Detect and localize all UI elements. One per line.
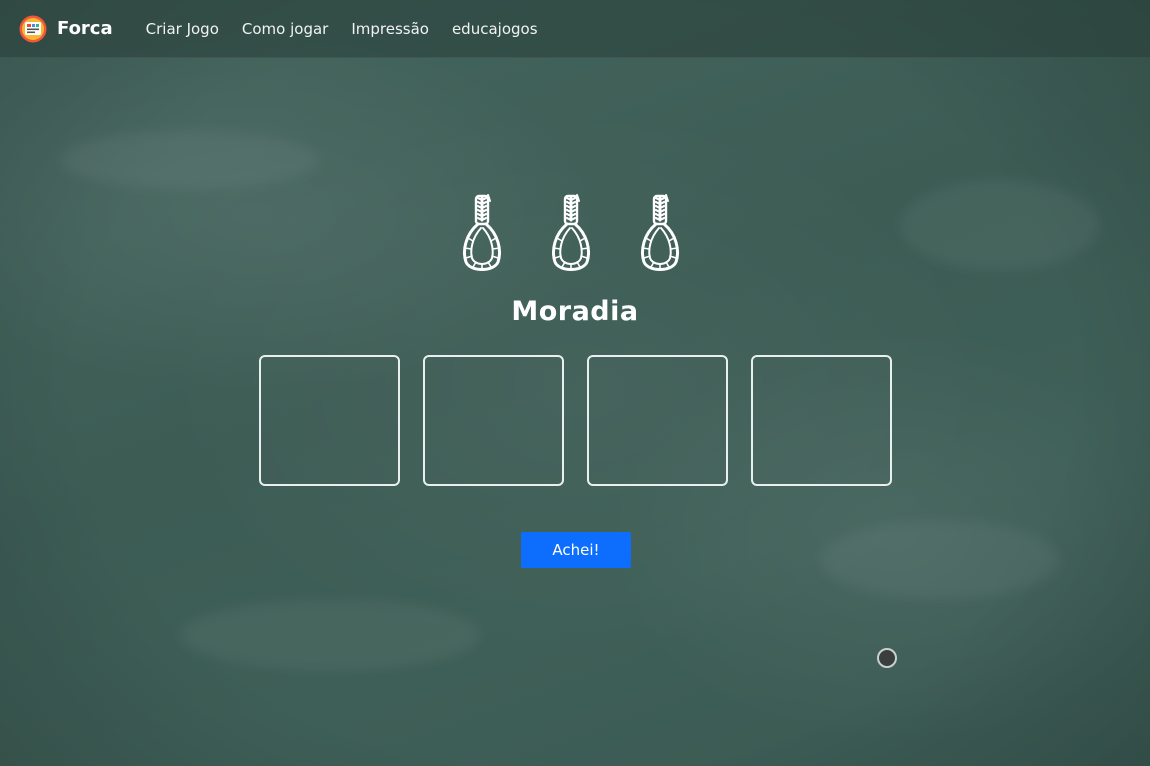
letter-slots [259, 355, 899, 487]
lives-indicator [460, 192, 700, 276]
nav-link-impressao[interactable]: Impressão [351, 20, 429, 38]
chalk-smudge [180, 600, 480, 670]
top-navbar: Forca Criar Jogo Como jogar Impressão ed… [0, 0, 1150, 58]
category-title: Moradia [511, 296, 639, 327]
letter-slot[interactable] [587, 355, 728, 486]
nav-link-educajogos[interactable]: educajogos [452, 20, 538, 38]
nav-links: Criar Jogo Como jogar Impressão educajog… [146, 20, 561, 38]
brand-name: Forca [57, 18, 113, 39]
noose-icon [549, 192, 593, 276]
game-logo-icon [19, 15, 47, 42]
letter-slot[interactable] [751, 355, 892, 486]
noose-icon [638, 192, 682, 276]
nav-link-como-jogar[interactable]: Como jogar [242, 20, 328, 38]
letter-slot[interactable] [259, 355, 400, 486]
mouse-cursor [877, 648, 897, 668]
chalk-smudge [900, 180, 1100, 270]
letter-slot[interactable] [423, 355, 564, 486]
nav-link-criar-jogo[interactable]: Criar Jogo [146, 20, 219, 38]
submit-guess-button[interactable]: Achei! [521, 532, 631, 568]
chalk-smudge [60, 130, 320, 190]
brand-link[interactable]: Forca [19, 15, 113, 43]
chalk-smudge [820, 520, 1060, 600]
noose-icon [460, 192, 504, 276]
